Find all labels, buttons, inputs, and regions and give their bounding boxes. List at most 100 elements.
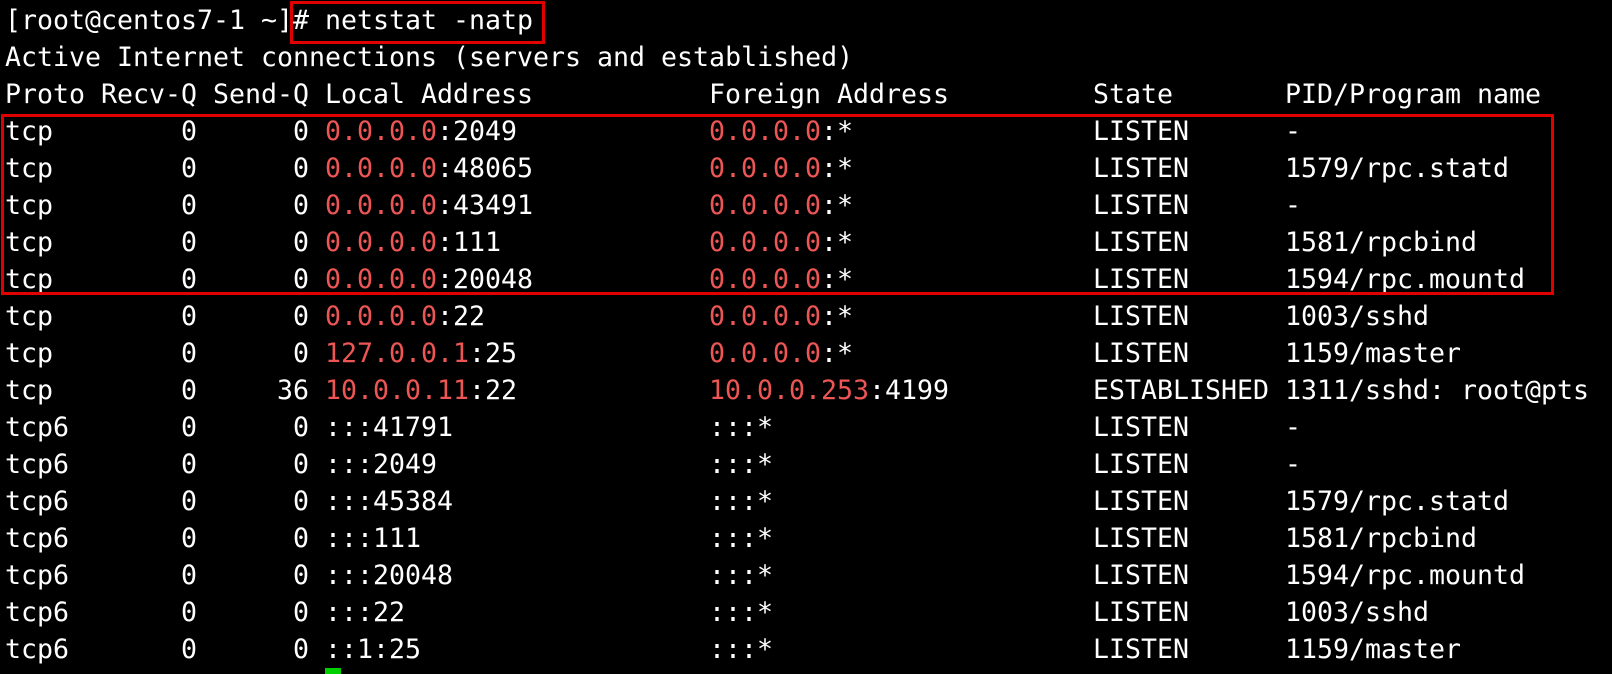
pid-program-cell: 1003/sshd <box>1285 301 1430 332</box>
connection-row: tcp 0 0 0.0.0.0:48065 0.0.0.0:* LISTEN 1579/rp… <box>0 150 1612 187</box>
recv-q-cell: 0 <box>180 412 197 443</box>
ipv4-host: 0.0.0.0 <box>709 116 822 147</box>
pid-program-cell: 1311/sshd: root@pts <box>1285 375 1590 406</box>
proto-cell: tcp <box>5 375 54 406</box>
proto-cell: tcp6 <box>5 412 70 443</box>
foreign-address-cell: 0.0.0.0:* <box>709 261 853 298</box>
foreign-address-cell: 0.0.0.0:* <box>709 224 853 261</box>
connection-row: tcp6 0 0::1:25:::* LISTEN 1159/master <box>0 631 1612 668</box>
column-header-proto: Proto <box>5 79 86 110</box>
connection-row: tcp 0 0 0.0.0.0:111 0.0.0.0:* LISTEN 1581/rpcb… <box>0 224 1612 261</box>
connection-row: tcp 0 0 0.0.0.0:2049 0.0.0.0:* LISTEN - <box>0 113 1612 150</box>
recv-q-cell: 0 <box>180 338 197 369</box>
local-address-cell: 0.0.0.0:2049 <box>325 113 517 150</box>
column-header-send-q: Send-Q <box>213 79 310 110</box>
local-address-cell: :::20048 <box>325 560 454 591</box>
address-port: :22 <box>469 375 518 406</box>
connection-row: tcp 0 0 0.0.0.0:20048 0.0.0.0:* LISTEN 1594/rp… <box>0 261 1612 298</box>
send-q-cell: 0 <box>292 597 309 628</box>
connection-row: tcp 0 0 127.0.0.1:25 0.0.0.0:* LISTEN 1159/mas… <box>0 335 1612 372</box>
foreign-address-cell: 0.0.0.0:* <box>709 150 853 187</box>
recv-q-cell: 0 <box>180 116 197 147</box>
proto-cell: tcp6 <box>5 560 70 591</box>
proto-cell: tcp <box>5 227 54 258</box>
state-cell: LISTEN <box>1093 227 1190 258</box>
prompt-line: [root@centos7-1 ~]# netstat -natp <box>0 2 1612 39</box>
state-cell: ESTABLISHED <box>1093 375 1270 406</box>
command-text: netstat -natp <box>325 5 534 36</box>
terminal-cursor <box>325 668 341 674</box>
recv-q-cell: 0 <box>180 560 197 591</box>
column-header-local-address: Local Address <box>325 79 534 110</box>
output-title-line: Active Internet connections (servers and… <box>0 39 1612 76</box>
connection-row: tcp 0 36 10.0.0.11:22 10.0.0.253:4199 ESTABLI… <box>0 372 1612 409</box>
connection-list: tcp 0 0 0.0.0.0:2049 0.0.0.0:* LISTEN - tcp 0 0 0.… <box>0 113 1612 668</box>
connection-row: tcp6 0 0:::22:::* LISTEN 1003/sshd <box>0 594 1612 631</box>
send-q-cell: 0 <box>292 264 309 295</box>
foreign-address-cell: :::* <box>709 560 774 591</box>
pid-program-cell: 1159/master <box>1285 338 1462 369</box>
local-address-cell: 0.0.0.0:22 <box>325 298 485 335</box>
send-q-cell: 0 <box>292 190 309 221</box>
state-cell: LISTEN <box>1093 338 1190 369</box>
address-port: :* <box>821 227 854 258</box>
foreign-address-cell: :::* <box>709 634 774 665</box>
address-port: :* <box>821 338 854 369</box>
recv-q-cell: 0 <box>180 634 197 665</box>
local-address-cell: 0.0.0.0:43491 <box>325 187 533 224</box>
foreign-address-cell: :::* <box>709 523 774 554</box>
send-q-cell: 36 <box>276 375 309 406</box>
ipv4-host: 0.0.0.0 <box>325 153 438 184</box>
recv-q-cell: 0 <box>180 486 197 517</box>
ipv4-host: 0.0.0.0 <box>325 116 438 147</box>
pid-program-cell: - <box>1285 412 1302 443</box>
send-q-cell: 0 <box>292 449 309 480</box>
state-cell: LISTEN <box>1093 634 1190 665</box>
state-cell: LISTEN <box>1093 190 1190 221</box>
send-q-cell: 0 <box>292 560 309 591</box>
address-port: :* <box>821 264 854 295</box>
column-header-pid-program: PID/Program name <box>1285 79 1542 110</box>
ipv4-host: 10.0.0.11 <box>325 375 470 406</box>
state-cell: LISTEN <box>1093 523 1190 554</box>
ipv4-host: 0.0.0.0 <box>709 190 822 221</box>
send-q-cell: 0 <box>292 301 309 332</box>
ipv4-host: 0.0.0.0 <box>325 301 438 332</box>
state-cell: LISTEN <box>1093 264 1190 295</box>
local-address-cell: :::41791 <box>325 412 454 443</box>
state-cell: LISTEN <box>1093 449 1190 480</box>
send-q-cell: 0 <box>292 116 309 147</box>
pid-program-cell: - <box>1285 449 1302 480</box>
state-cell: LISTEN <box>1093 486 1190 517</box>
proto-cell: tcp <box>5 190 54 221</box>
connection-row: tcp6 0 0:::41791:::* LISTEN - <box>0 409 1612 446</box>
connection-row: tcp 0 0 0.0.0.0:22 0.0.0.0:* LISTEN 1003/sshd <box>0 298 1612 335</box>
send-q-cell: 0 <box>292 523 309 554</box>
pid-program-cell: 1581/rpcbind <box>1285 227 1478 258</box>
local-address-cell: ::1:25 <box>325 634 422 665</box>
proto-cell: tcp <box>5 264 54 295</box>
proto-cell: tcp6 <box>5 449 70 480</box>
local-address-cell: :::22 <box>325 597 406 628</box>
address-port: :22 <box>437 301 486 332</box>
table-header: Proto Recv-Q Send-Q Local Address Foreig… <box>0 76 1612 113</box>
state-cell: LISTEN <box>1093 597 1190 628</box>
address-port: :48065 <box>437 153 534 184</box>
column-header-recv-q: Recv-Q <box>101 79 198 110</box>
local-address-cell: :::111 <box>325 523 422 554</box>
terminal-window[interactable]: [root@centos7-1 ~]# netstat -natp Active… <box>0 0 1612 674</box>
proto-cell: tcp <box>5 338 54 369</box>
local-address-cell: 0.0.0.0:111 <box>325 224 501 261</box>
recv-q-cell: 0 <box>180 153 197 184</box>
local-address-cell: 0.0.0.0:20048 <box>325 261 533 298</box>
ipv4-host: 0.0.0.0 <box>709 153 822 184</box>
ipv4-host: 0.0.0.0 <box>709 227 822 258</box>
foreign-address-cell: :::* <box>709 597 774 628</box>
ipv4-host: 0.0.0.0 <box>709 338 822 369</box>
address-port: :* <box>821 153 854 184</box>
proto-cell: tcp <box>5 153 54 184</box>
foreign-address-cell: 0.0.0.0:* <box>709 113 853 150</box>
address-port: :2049 <box>437 116 518 147</box>
send-q-cell: 0 <box>292 227 309 258</box>
pid-program-cell: 1159/master <box>1285 634 1462 665</box>
